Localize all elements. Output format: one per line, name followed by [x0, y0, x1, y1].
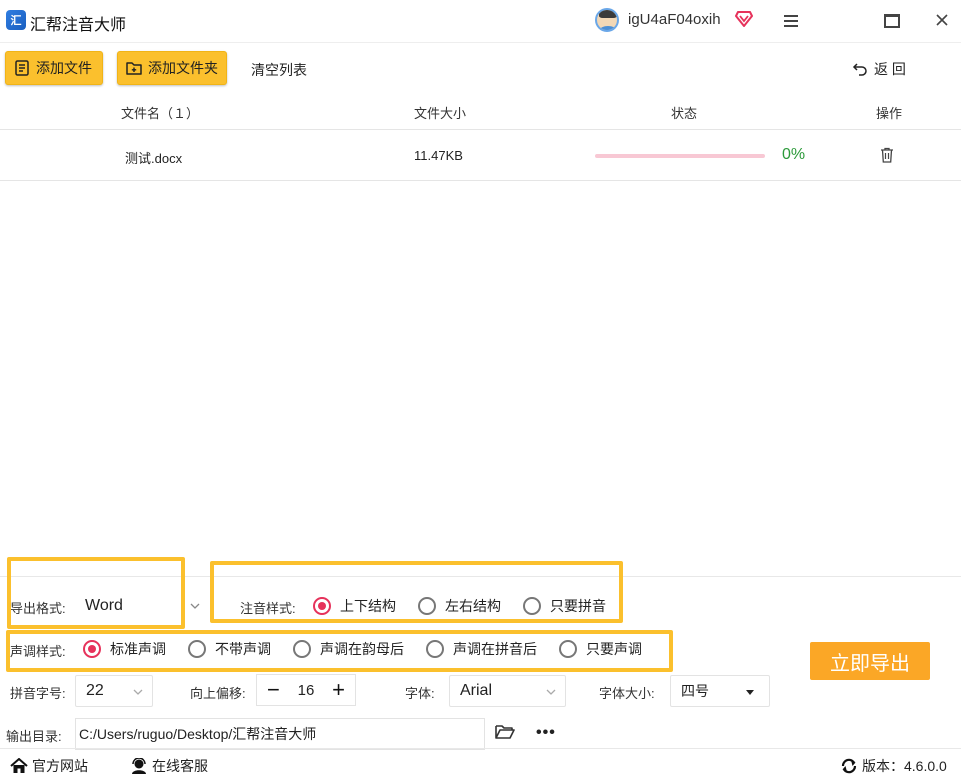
- output-dir-value: C:/Users/ruguo/Desktop/汇帮注音大师: [79, 726, 317, 742]
- radio-annotation-top-bottom[interactable]: 上下结构: [313, 596, 396, 616]
- toolbar: 添加文件 添加文件夹 清空列表 返 回: [0, 42, 961, 92]
- menu-icon[interactable]: [782, 13, 800, 29]
- radio-tone-none[interactable]: 不带声调: [188, 639, 271, 659]
- pinyin-size-value: 22: [86, 682, 104, 699]
- maximize-icon[interactable]: [884, 14, 900, 28]
- back-label: 返 回: [874, 61, 906, 77]
- progress-bar: [595, 154, 765, 158]
- font-label: 字体:: [405, 686, 435, 701]
- offset-label: 向上偏移:: [190, 686, 246, 701]
- add-folder-label: 添加文件夹: [148, 60, 218, 76]
- radio-label: 标准声调: [110, 641, 166, 657]
- radio-tone-after-final[interactable]: 声调在韵母后: [293, 639, 404, 659]
- online-support-label: 在线客服: [152, 758, 208, 774]
- caret-down-icon: [746, 690, 754, 695]
- column-header-status: 状态: [671, 106, 698, 121]
- column-header-size: 文件大小: [414, 106, 467, 121]
- official-website-label: 官方网站: [32, 758, 88, 774]
- column-header-action: 操作: [876, 106, 903, 121]
- app-title: 汇帮注音大师: [30, 17, 127, 34]
- radio-dot: [418, 597, 436, 615]
- radio-tone-after-pinyin[interactable]: 声调在拼音后: [426, 639, 537, 659]
- radio-tone-standard[interactable]: 标准声调: [83, 639, 166, 659]
- radio-dot: [426, 640, 444, 658]
- radio-annotation-left-right[interactable]: 左右结构: [418, 596, 501, 616]
- radio-label: 声调在拼音后: [453, 641, 537, 657]
- radio-label: 不带声调: [215, 641, 271, 657]
- export-format-value: Word: [85, 597, 123, 614]
- online-support-link[interactable]: 在线客服: [130, 756, 208, 776]
- username[interactable]: igU4aF04oxih: [628, 11, 721, 28]
- back-arrow-icon: [852, 63, 867, 76]
- home-icon: [10, 758, 28, 773]
- radio-tone-only[interactable]: 只要声调: [559, 639, 642, 659]
- vip-diamond-icon[interactable]: [735, 11, 753, 27]
- refresh-icon: [841, 758, 857, 774]
- radio-dot: [83, 640, 101, 658]
- radio-dot: [559, 640, 577, 658]
- more-options-icon[interactable]: •••: [536, 724, 556, 742]
- clear-list-button[interactable]: 清空列表: [251, 60, 307, 80]
- chevron-down-icon[interactable]: [190, 601, 200, 611]
- customer-service-icon: [132, 758, 146, 774]
- offset-stepper[interactable]: − 16 +: [256, 674, 356, 706]
- chevron-down-icon: [133, 689, 143, 695]
- radio-label: 左右结构: [445, 598, 501, 614]
- folder-add-icon: [126, 62, 142, 75]
- add-folder-button[interactable]: 添加文件夹: [117, 51, 227, 85]
- status-bar: 官方网站 在线客服 版本： 4.6.0.0: [0, 748, 961, 779]
- version-value: 4.6.0.0: [904, 758, 947, 774]
- tone-style-label: 声调样式:: [10, 644, 66, 659]
- export-now-button[interactable]: 立即导出: [810, 642, 930, 680]
- offset-value[interactable]: 16: [298, 682, 315, 699]
- folder-open-icon[interactable]: [495, 724, 515, 740]
- radio-annotation-pinyin-only[interactable]: 只要拼音: [523, 596, 606, 616]
- annotation-style-label: 注音样式:: [240, 601, 296, 616]
- export-format-label: 导出格式:: [10, 601, 66, 616]
- increment-button[interactable]: +: [332, 679, 345, 701]
- decrement-button[interactable]: −: [267, 679, 280, 701]
- chevron-down-icon: [546, 689, 556, 695]
- radio-label: 只要声调: [586, 641, 642, 657]
- radio-dot: [293, 640, 311, 658]
- add-file-button[interactable]: 添加文件: [5, 51, 103, 85]
- pinyin-size-label: 拼音字号:: [10, 686, 66, 701]
- radio-dot: [523, 597, 541, 615]
- title-bar: 汇 汇帮注音大师 igU4aF04oxih: [0, 0, 961, 42]
- font-value: Arial: [460, 682, 493, 699]
- font-size-value: 四号: [681, 683, 709, 699]
- font-size-label: 字体大小:: [599, 686, 655, 701]
- version-info[interactable]: 版本： 4.6.0.0: [840, 756, 947, 776]
- table-row[interactable]: 测试.docx 11.47KB 0%: [0, 131, 961, 181]
- progress-percent: 0%: [782, 146, 806, 163]
- back-button[interactable]: 返 回: [852, 59, 906, 79]
- file-list-icon: [15, 60, 29, 76]
- pinyin-size-select[interactable]: 22: [75, 675, 153, 707]
- output-dir-label: 输出目录:: [6, 729, 62, 744]
- radio-label: 声调在韵母后: [320, 641, 404, 657]
- output-dir-field[interactable]: C:/Users/ruguo/Desktop/汇帮注音大师: [75, 718, 485, 750]
- file-name: 测试.docx: [125, 151, 183, 166]
- official-website-link[interactable]: 官方网站: [10, 756, 88, 776]
- file-size: 11.47KB: [414, 148, 463, 163]
- export-format-select[interactable]: Word: [75, 590, 180, 622]
- radio-label: 上下结构: [340, 598, 396, 614]
- radio-dot: [188, 640, 206, 658]
- app-logo: 汇: [6, 10, 26, 30]
- user-avatar[interactable]: [595, 8, 619, 32]
- font-size-select[interactable]: 四号: [670, 675, 770, 707]
- trash-icon[interactable]: [880, 147, 894, 163]
- radio-dot: [313, 597, 331, 615]
- font-select[interactable]: Arial: [449, 675, 566, 707]
- panel-divider: [0, 576, 961, 577]
- file-table-header: 文件名（１） 文件大小 状态 操作: [0, 92, 961, 130]
- radio-label: 只要拼音: [550, 598, 606, 614]
- close-icon[interactable]: [934, 12, 950, 28]
- add-file-label: 添加文件: [36, 60, 92, 76]
- version-label: 版本：: [862, 758, 904, 774]
- column-header-name: 文件名（１）: [121, 106, 200, 121]
